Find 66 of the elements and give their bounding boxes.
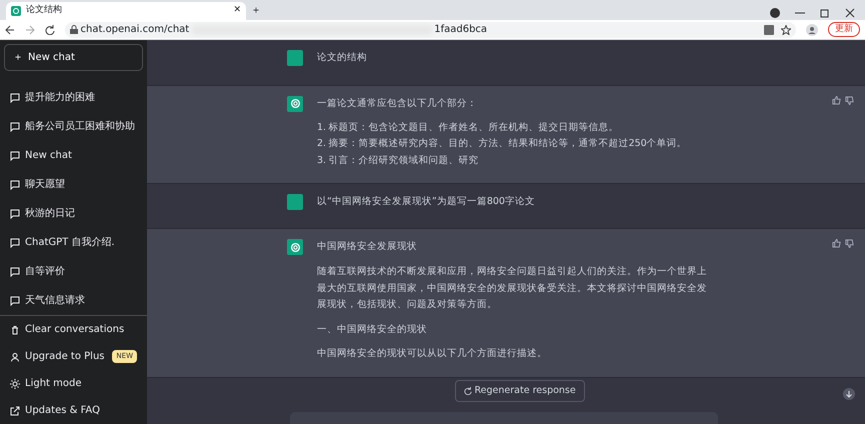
- updates-action[interactable]: Updates & FAQ: [0, 397, 147, 424]
- star-icon[interactable]: [781, 24, 791, 34]
- chat-bubble-icon: [10, 122, 20, 132]
- new-chat-button[interactable]: ＋ New chat: [4, 44, 143, 71]
- plus-icon: ＋: [13, 50, 23, 65]
- tab-title[interactable]: 论文结构: [26, 4, 62, 18]
- light-action[interactable]: Light mode: [0, 370, 147, 397]
- thumbs-up-icon[interactable]: [832, 96, 841, 105]
- list-item: 摘要：简要概述研究内容、目的、方法、结果和结论等，通常不超过250个单词。: [328, 137, 687, 152]
- chat-history-item[interactable]: 秋游的日记: [0, 199, 147, 228]
- sun-icon: [10, 378, 20, 388]
- back-icon[interactable]: [5, 24, 15, 34]
- trash-icon: [10, 324, 20, 334]
- chat-history-item[interactable]: 船务公司员工困难和协助: [0, 112, 147, 141]
- message-text: 以“中国网络安全发展现状”为题写一篇800字论文: [317, 194, 536, 209]
- chat-history-item[interactable]: 聊天愿望: [0, 170, 147, 199]
- chat-bubble-icon: [10, 180, 20, 190]
- profile-icon[interactable]: [806, 24, 818, 36]
- message-text: 中国网络安全的现状可以从以下几个方面进行描述。: [317, 347, 548, 362]
- chat-history-item[interactable]: 天气信息请求: [0, 286, 147, 315]
- reload-icon[interactable]: [45, 24, 55, 34]
- chat-history-item[interactable]: 自等评价: [0, 257, 147, 286]
- clear-action[interactable]: Clear conversations: [0, 316, 147, 343]
- list-number: 3.: [317, 154, 326, 168]
- message-text: 论文的结构: [317, 51, 368, 65]
- list-number: 2.: [317, 137, 326, 152]
- restore-icon[interactable]: [820, 8, 830, 18]
- chat-history-item[interactable]: ChatGPT 自我介绍.: [0, 228, 147, 257]
- chat-bubble-icon: [10, 208, 20, 218]
- message-text: 一篇论文通常应包含以下几个部分：: [317, 96, 478, 111]
- chat-history-item[interactable]: New chat: [0, 141, 147, 170]
- chat-bubble-icon: [10, 296, 20, 306]
- list-number: 1.: [317, 121, 326, 136]
- new-chat-label: New chat: [28, 51, 75, 65]
- list-item: 引言：介绍研究领域和问题、研究: [328, 154, 479, 168]
- person-icon: [10, 352, 20, 362]
- chatbot-avatar: [287, 96, 303, 112]
- chat-history-item[interactable]: 提升能力的困难: [0, 83, 147, 112]
- url-text: chat.openai.com/chat: [80, 23, 190, 37]
- close-tab-icon[interactable]: ✕: [233, 4, 241, 18]
- new-tab-icon[interactable]: ＋: [251, 2, 261, 18]
- list-item: 标题页：包含论文题目、作者姓名、所在机构、提交日期等信息。: [328, 121, 619, 136]
- circle-icon[interactable]: [770, 8, 780, 18]
- thumbs-down-icon[interactable]: [845, 96, 854, 105]
- user-avatar: [287, 50, 303, 66]
- chatbot-logo-icon: [11, 6, 21, 16]
- chat-bubble-icon: [10, 150, 20, 160]
- thumbs-up-icon[interactable]: [832, 239, 841, 248]
- external-link-icon: [10, 406, 20, 416]
- chat-bubble-icon: [10, 238, 20, 248]
- url-text: 1faad6bca: [434, 23, 488, 37]
- regenerate-response-button[interactable]: Regenerate response: [455, 380, 585, 402]
- message-text: 一、中国网络安全的现状: [317, 322, 428, 337]
- address-bar[interactable]: chat.openai.com/chat 1faad6bca: [65, 22, 796, 38]
- close-icon[interactable]: [845, 8, 855, 18]
- message-text: 中国网络安全发展现状: [317, 240, 418, 254]
- chatbot-avatar: [287, 239, 303, 256]
- update-button[interactable]: 更新: [828, 22, 860, 38]
- thumbs-down-icon[interactable]: [845, 239, 854, 248]
- refresh-icon: [464, 386, 472, 395]
- message-text: 随着互联网技术的不断发展和应用，网络安全问题日益引起人们的关注。作为一个世界上最大的互联网使用国家，中国网络安全的发展现状备受关注。本文将探讨中国网络安全发展现状，包括现状、问题及对策等方面。: [317, 264, 707, 312]
- chat-bubble-icon: [10, 266, 20, 276]
- user-avatar: [287, 194, 303, 210]
- scroll-down-icon[interactable]: [843, 388, 855, 400]
- lock-icon: [70, 25, 78, 34]
- chat-bubble-icon: [10, 92, 20, 102]
